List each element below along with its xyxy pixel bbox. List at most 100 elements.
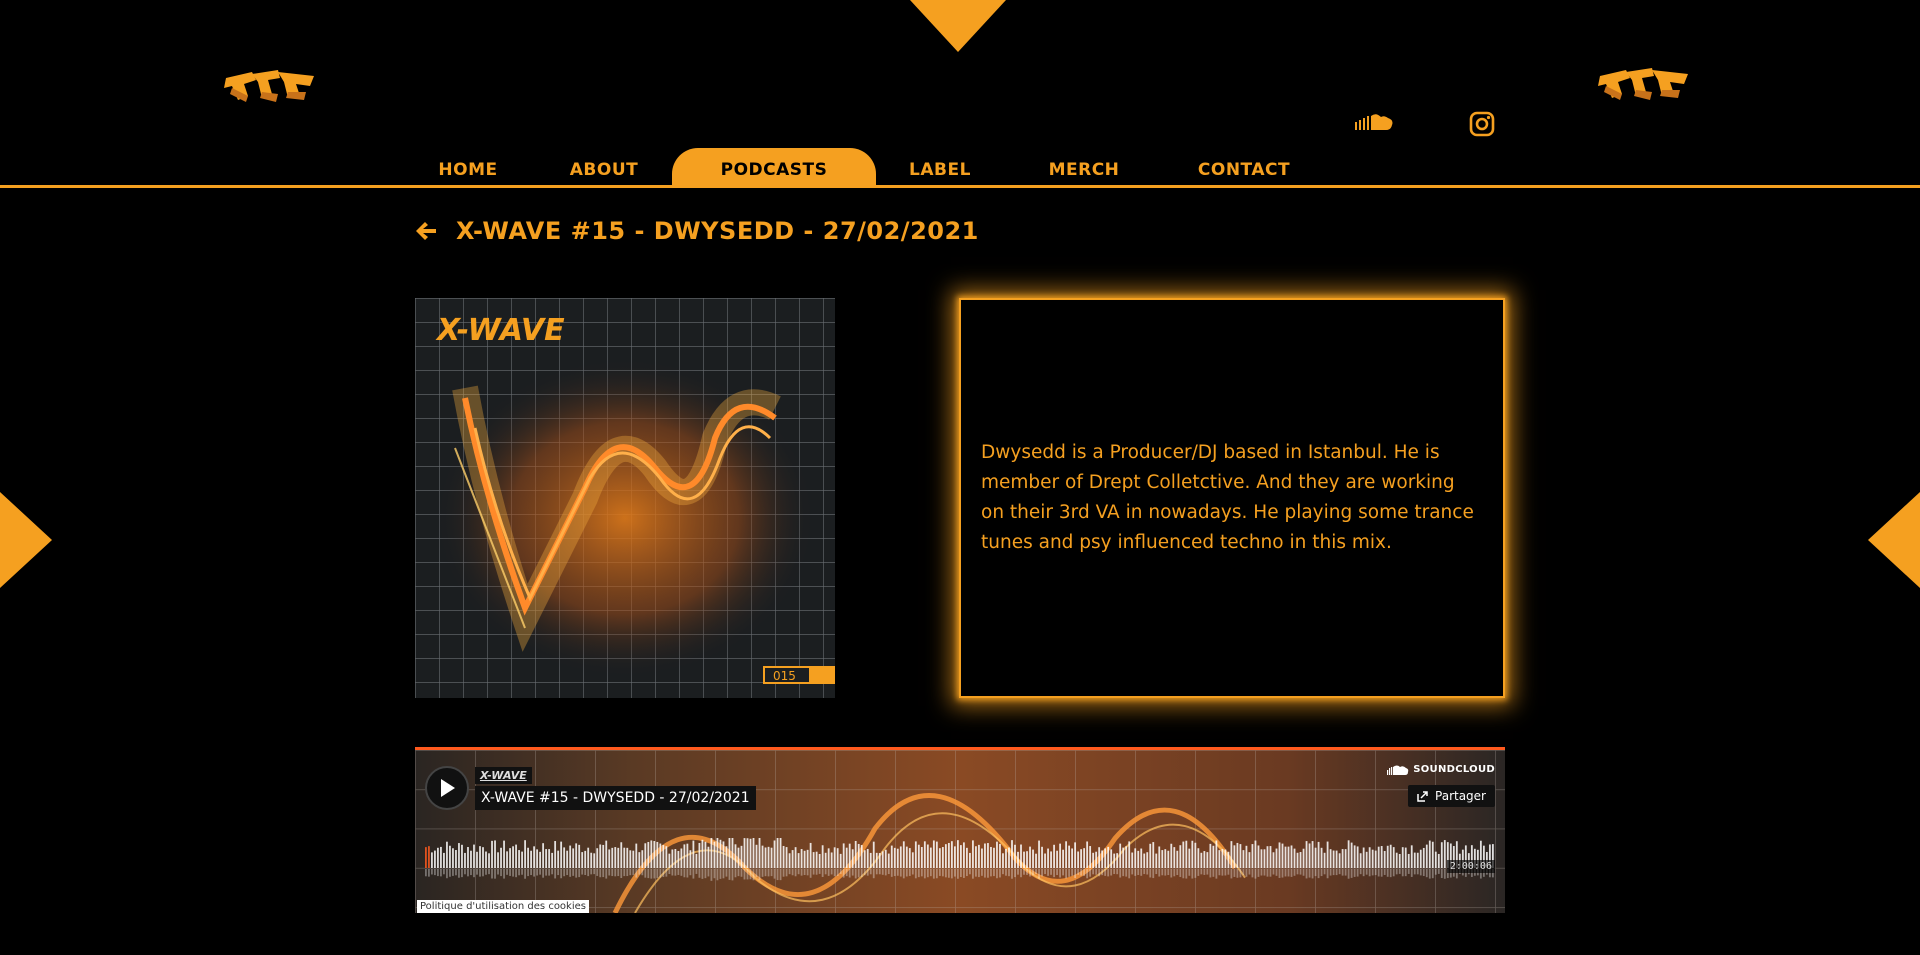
waveform-bar [1422, 847, 1425, 868]
soundcloud-link[interactable] [1352, 108, 1396, 136]
site-logo-right[interactable] [1596, 64, 1692, 104]
waveform-bar [869, 852, 872, 868]
waveform-reflection [1344, 869, 1347, 876]
waveform-bar [1362, 847, 1365, 868]
waveform-bar [479, 846, 481, 868]
nav-item-podcasts[interactable]: PODCASTS [672, 148, 876, 188]
waveform-bar [1275, 848, 1278, 868]
waveform-bar [1221, 849, 1224, 868]
nav-item-merch[interactable]: MERCH [1004, 148, 1164, 188]
waveform-bar [1332, 850, 1335, 868]
waveform-bar [1179, 845, 1182, 868]
waveform-bar [905, 846, 908, 868]
waveform-bar [839, 853, 842, 868]
waveform-reflection [476, 869, 478, 875]
soundcloud-brand-link[interactable]: SOUNDCLOUD [1387, 764, 1495, 775]
share-button[interactable]: Partager [1408, 785, 1495, 807]
instagram-link[interactable] [1466, 108, 1498, 140]
waveform-bar [692, 840, 695, 868]
waveform-bar [1305, 841, 1308, 868]
waveform-reflection [975, 869, 977, 877]
waveform-bar [1167, 850, 1170, 868]
waveform-reflection [1086, 869, 1089, 879]
waveform-bar [635, 843, 638, 868]
next-arrow-button[interactable] [1868, 492, 1920, 588]
waveform-reflection [996, 869, 998, 879]
waveform-reflection [785, 869, 788, 877]
waveform-reflection [455, 869, 457, 876]
waveform-bar [680, 848, 683, 868]
site-logo-left[interactable] [222, 66, 318, 106]
waveform-reflection [1401, 869, 1404, 877]
waveform-bar [1353, 845, 1356, 868]
waveform-reflection [978, 869, 980, 878]
page-header: X-WAVE #15 - DWYSEDD - 27/02/2021 [414, 214, 979, 248]
waveform-reflection [479, 869, 481, 877]
track-title-link[interactable]: X-WAVE #15 - DWYSEDD - 27/02/2021 [475, 786, 756, 810]
previous-arrow-button[interactable] [0, 492, 52, 588]
waveform-reflection [935, 869, 938, 879]
waveform-reflection [431, 869, 433, 875]
waveform-reflection [527, 869, 529, 877]
waveform-reflection [1362, 869, 1365, 877]
nav-item-home[interactable]: HOME [400, 148, 536, 188]
waveform-bar [972, 840, 974, 868]
waveform-bar [1371, 849, 1374, 868]
waveform-reflection [1044, 869, 1046, 875]
waveform-bar [1041, 846, 1043, 868]
waveform-bar [1140, 848, 1143, 868]
waveform-reflection [1215, 869, 1218, 879]
waveform-reflection [1404, 869, 1407, 877]
waveform-bar [1086, 841, 1089, 868]
waveform-bar [602, 844, 605, 868]
waveform-bar [911, 852, 914, 868]
waveform-bar [1209, 843, 1212, 868]
track-artist-link[interactable]: X-WAVE [475, 767, 532, 784]
play-button[interactable] [425, 766, 469, 810]
waveform-bar [512, 846, 514, 868]
waveform-bar [920, 847, 923, 868]
waveform-reflection [1020, 869, 1022, 878]
waveform-reflection [890, 869, 893, 877]
waveform-scrubber[interactable] [425, 838, 1495, 886]
page-title: X-WAVE #15 - DWYSEDD - 27/02/2021 [456, 217, 979, 245]
waveform-reflection [1176, 869, 1179, 876]
waveform-bar [1146, 852, 1149, 868]
waveform-reflection [818, 869, 821, 874]
waveform-bar [833, 847, 836, 868]
waveform-reflection [926, 869, 929, 878]
waveform-reflection [500, 869, 502, 877]
nav-item-about[interactable]: ABOUT [536, 148, 672, 188]
waveform-bar [1020, 844, 1022, 868]
waveform-reflection [1179, 869, 1182, 877]
waveform-bar [674, 849, 677, 868]
podcast-description-box: Dwysedd is a Producer/DJ based in Istanb… [959, 298, 1505, 698]
nav-item-label[interactable]: LABEL [876, 148, 1004, 188]
waveform-bar [734, 844, 737, 868]
waveform-bar [425, 847, 427, 868]
cookie-policy-link[interactable]: Politique d'utilisation des cookies [417, 900, 589, 913]
waveform-bar [908, 848, 911, 868]
waveform-bar [572, 848, 575, 868]
back-arrow-icon[interactable] [414, 219, 438, 243]
waveform-reflection [1185, 869, 1188, 879]
waveform-bar [1068, 845, 1070, 868]
waveform-bar [659, 843, 662, 868]
waveform-bar [1434, 851, 1437, 868]
waveform-reflection [581, 869, 584, 875]
waveform-bar [770, 847, 773, 868]
waveform-reflection [1092, 869, 1095, 875]
waveform-reflection [1248, 869, 1251, 875]
waveform-reflection [1194, 869, 1197, 878]
waveform-bar [872, 841, 875, 868]
waveform-bar [963, 842, 965, 868]
waveform-reflection [662, 869, 665, 878]
waveform-reflection [1347, 869, 1350, 879]
waveform-reflection [869, 869, 872, 875]
waveform-bar [857, 843, 860, 868]
waveform-reflection [497, 869, 499, 875]
waveform-bar [773, 840, 776, 868]
waveform-bar [482, 847, 484, 868]
waveform-bar [1401, 847, 1404, 868]
nav-item-contact[interactable]: CONTACT [1164, 148, 1324, 188]
